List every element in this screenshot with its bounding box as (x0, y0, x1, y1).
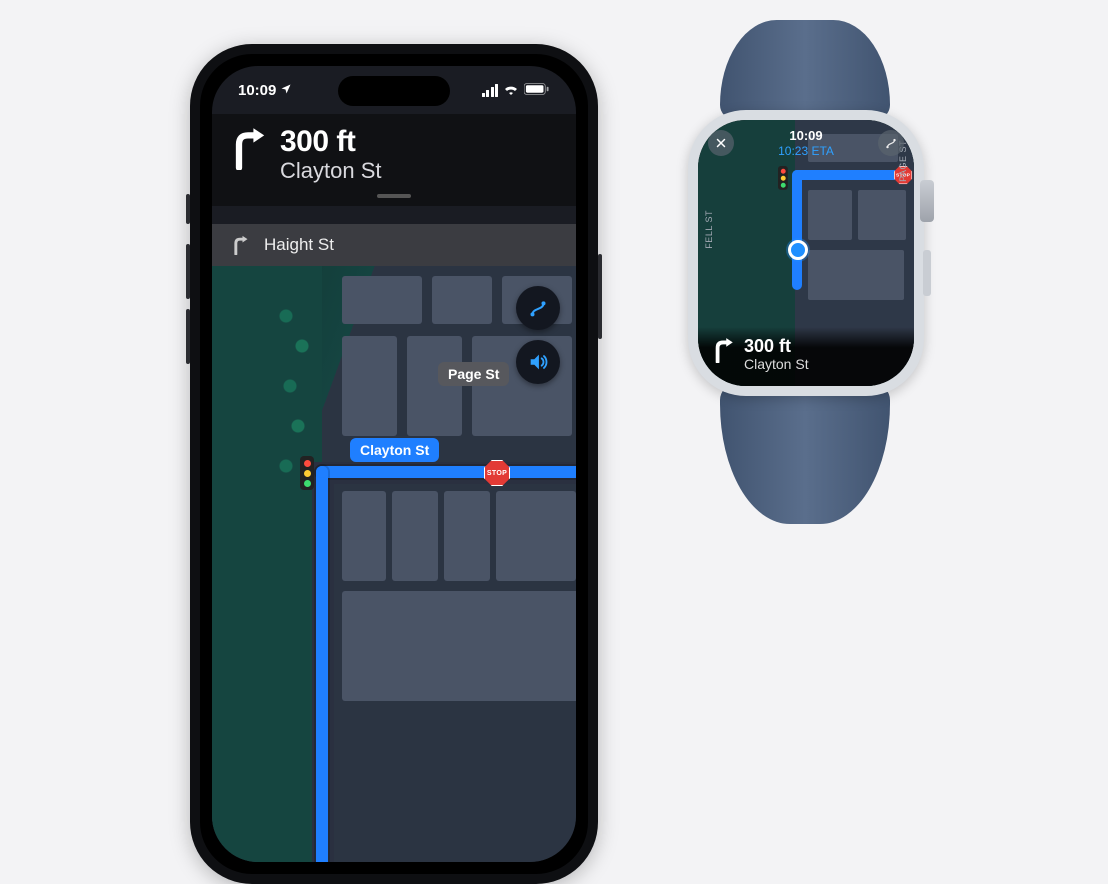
nav-next-step[interactable]: Haight St (212, 224, 576, 266)
traffic-light-icon (778, 166, 788, 190)
nav-street: Clayton St (280, 158, 382, 184)
watch-status: 10:09 10:23 ETA (698, 128, 914, 158)
audio-toggle-button[interactable] (516, 340, 560, 384)
card-grabber[interactable] (377, 194, 411, 198)
nav-distance: 300 ft (280, 126, 382, 158)
map-park (212, 266, 322, 862)
nav-next-street: Haight St (264, 235, 334, 255)
iphone-power-button (598, 254, 602, 339)
nav-direction-card[interactable]: 300 ft Clayton St (212, 114, 576, 206)
digital-crown (920, 180, 934, 222)
watch-side-button (923, 250, 931, 296)
watch-screen: STOP FELL ST PAGE ST 10:09 10:23 ETA 300… (698, 120, 914, 386)
watch-device: STOP FELL ST PAGE ST 10:09 10:23 ETA 300… (688, 110, 924, 396)
battery-icon (524, 82, 550, 99)
map-view[interactable]: Clayton St Page St STOP (212, 266, 576, 862)
turn-right-icon (712, 337, 734, 363)
cellular-icon (482, 84, 499, 97)
iphone-volume-down (186, 309, 190, 364)
watch-time: 10:09 (698, 128, 914, 144)
street-label-page: Page St (438, 362, 509, 386)
street-label-fell: FELL ST (704, 210, 714, 249)
watch-band-top (720, 20, 890, 120)
iphone-screen: 10:09 (212, 66, 576, 862)
overview-route-button[interactable] (516, 286, 560, 330)
watch-nav-street: Clayton St (744, 356, 809, 372)
iphone-mute-switch (186, 194, 190, 224)
current-location-dot (788, 240, 808, 260)
street-label-clayton: Clayton St (350, 438, 439, 462)
turn-right-icon (230, 126, 266, 170)
location-icon (280, 82, 292, 99)
traffic-light-icon (300, 456, 314, 490)
iphone-volume-up (186, 244, 190, 299)
watch-eta: 10:23 ETA (698, 144, 914, 158)
iphone-device: 10:09 (190, 44, 598, 884)
watch-band-bottom (720, 384, 890, 524)
wifi-icon (503, 82, 519, 99)
watch-nav-card[interactable]: 300 ft Clayton St (698, 327, 914, 386)
watch-nav-distance: 300 ft (744, 337, 809, 356)
turn-right-icon (230, 235, 250, 255)
status-bar: 10:09 (212, 66, 576, 114)
status-time: 10:09 (238, 82, 276, 99)
